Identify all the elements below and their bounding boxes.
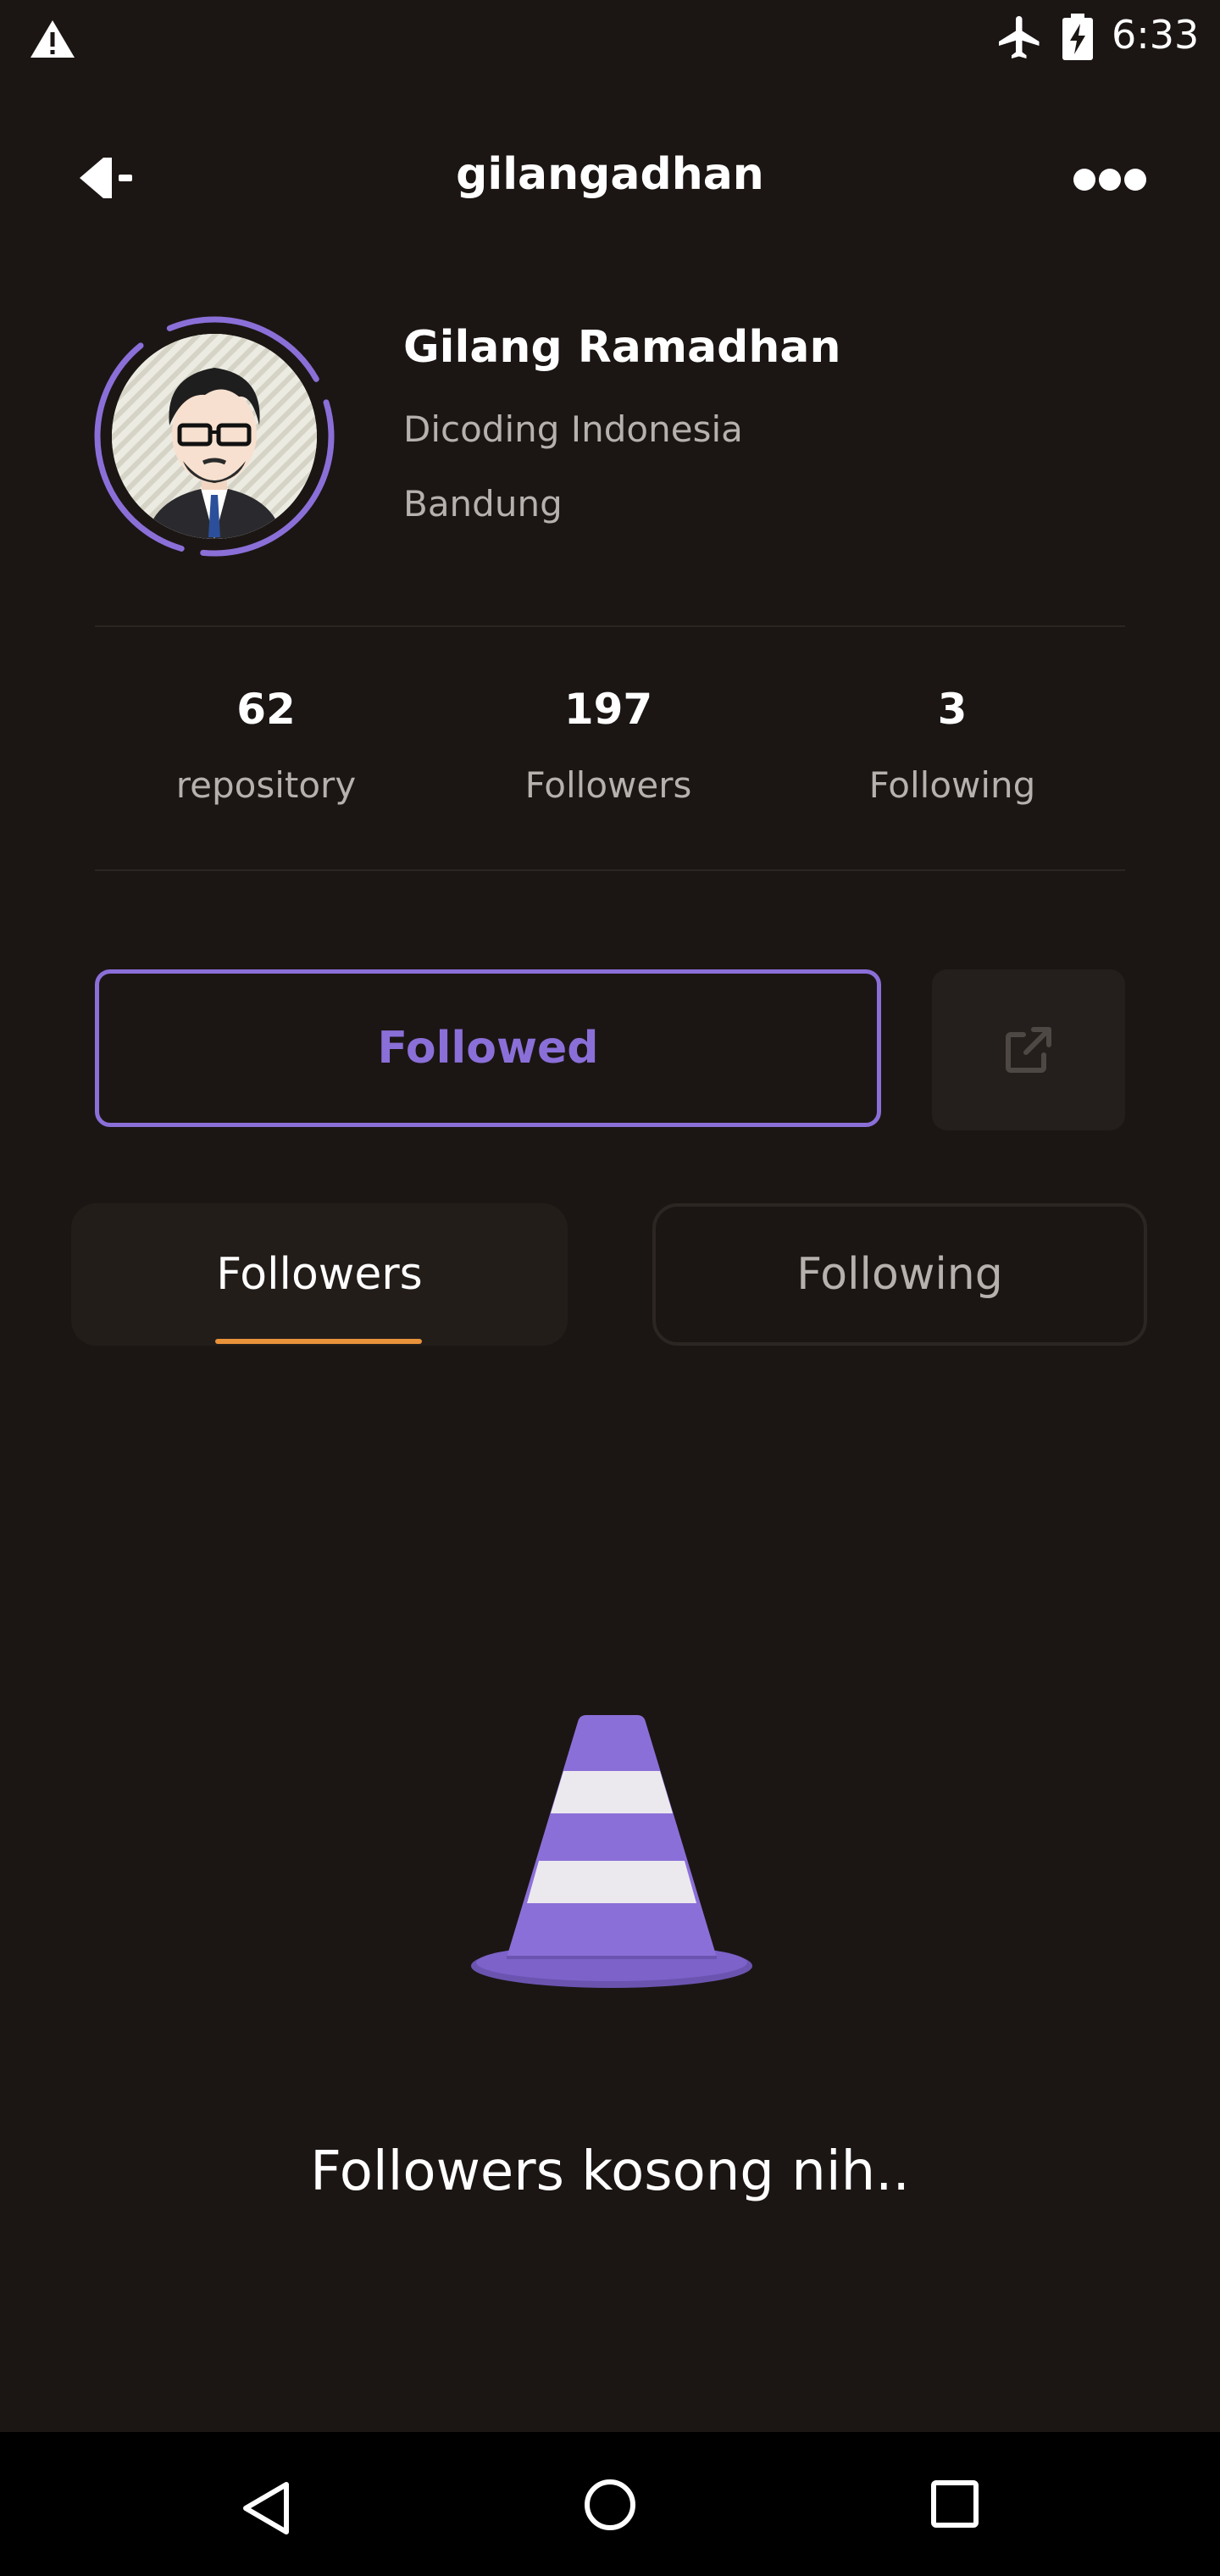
status-bar: 6:33	[0, 0, 1220, 76]
status-time: 6:33	[1112, 12, 1200, 58]
divider-bottom	[95, 869, 1125, 871]
share-button[interactable]	[932, 969, 1125, 1130]
nav-home-icon[interactable]	[583, 2478, 637, 2532]
stat-repository-value: 62	[236, 685, 296, 734]
page-title: gilangadhan	[456, 149, 764, 200]
system-nav-bar	[0, 2432, 1220, 2576]
stat-followers-label: Followers	[524, 764, 692, 806]
nav-back-icon[interactable]	[239, 2479, 297, 2537]
profile-name: Gilang Ramadhan	[403, 322, 841, 373]
followed-button[interactable]: Followed	[95, 969, 881, 1127]
profile-location: Bandung	[403, 483, 563, 525]
more-dots-icon[interactable]	[1073, 166, 1147, 193]
open-external-icon	[1006, 1027, 1051, 1073]
tab-followers[interactable]: Followers	[71, 1203, 568, 1346]
stat-following-label: Following	[868, 764, 1036, 806]
battery-charging-icon	[1062, 14, 1093, 60]
stat-followers-value: 197	[563, 685, 653, 734]
stat-repository[interactable]: 62 repository	[139, 688, 393, 803]
screen: 6:33 gilangadhan Gilang Ramadhan Dicodin…	[0, 0, 1220, 2576]
nav-recents-icon[interactable]	[930, 2479, 979, 2529]
stat-following[interactable]: 3 Following	[825, 688, 1079, 803]
airplane-mode-icon	[999, 16, 1040, 58]
avatar	[92, 314, 337, 559]
empty-state-message: Followers kosong nih..	[310, 2140, 910, 2203]
stat-followers[interactable]: 197 Followers	[481, 688, 735, 803]
avatar-image	[112, 334, 317, 539]
traffic-cone-illustration	[471, 1715, 752, 1988]
tab-following[interactable]: Following	[652, 1203, 1147, 1346]
tab-active-indicator	[215, 1339, 422, 1344]
warning-icon	[30, 20, 75, 58]
divider-top	[95, 625, 1125, 627]
stat-following-value: 3	[937, 685, 968, 734]
profile-company: Dicoding Indonesia	[403, 408, 743, 450]
stat-repository-label: repository	[175, 764, 357, 806]
